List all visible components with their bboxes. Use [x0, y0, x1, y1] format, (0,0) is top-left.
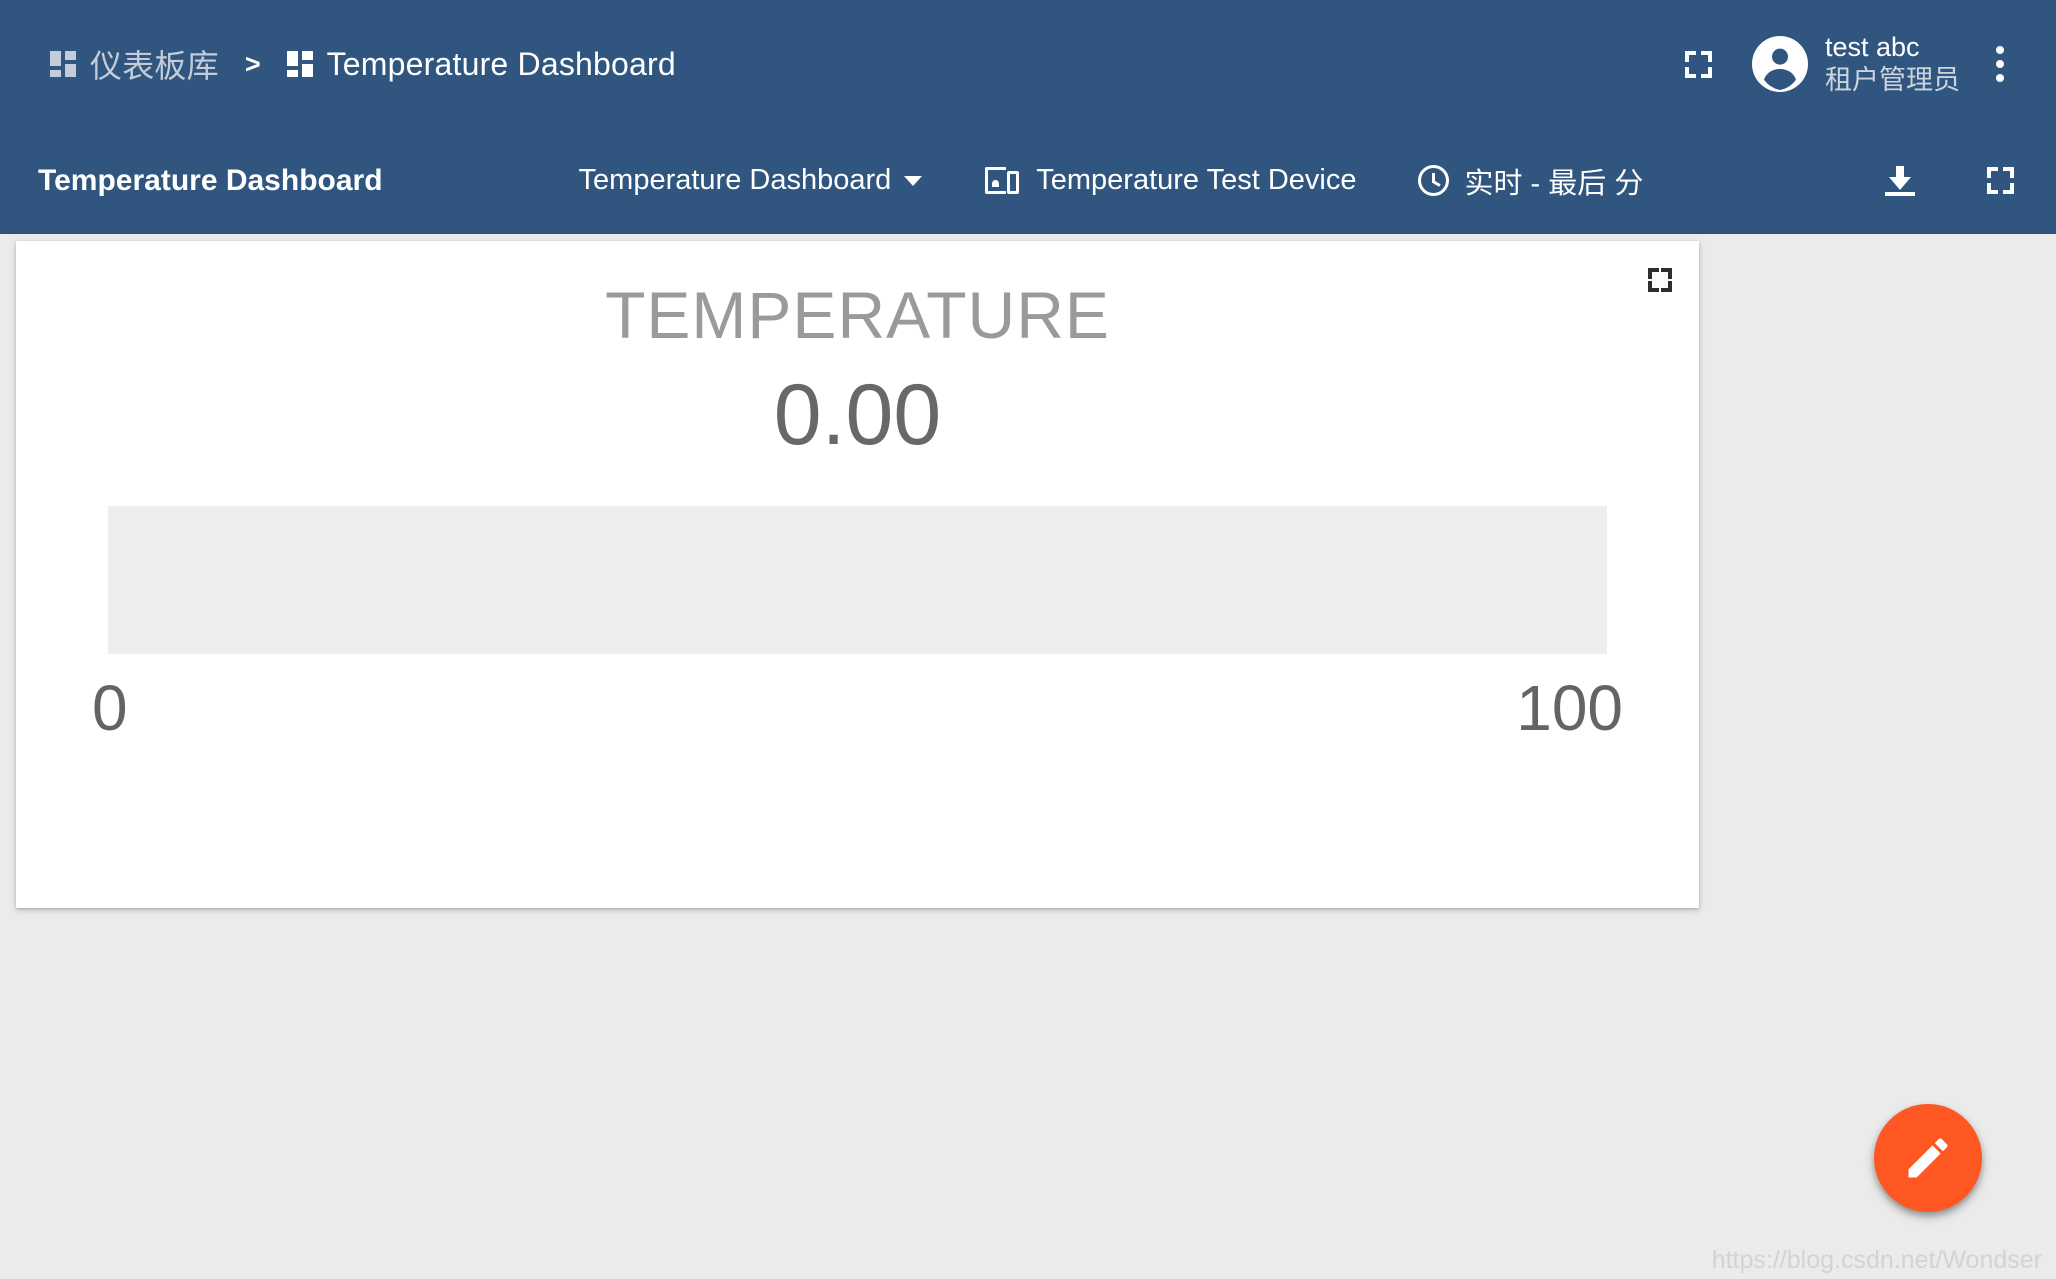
top-fullscreen-button[interactable] — [1666, 32, 1730, 96]
chevron-down-icon — [904, 175, 923, 186]
fullscreen-icon — [1648, 268, 1672, 292]
user-role: 租户管理员 — [1825, 65, 1960, 95]
avatar — [1752, 36, 1808, 92]
edit-dashboard-fab[interactable] — [1874, 1104, 1982, 1212]
download-icon — [1885, 165, 1915, 196]
dashboard-title: Temperature Dashboard — [38, 163, 383, 197]
timewindow-selector[interactable]: 实时 - 最后 分 — [1418, 160, 1643, 202]
dashboard-content: TEMPERATURE 0.00 0 100 https://blog.csdn… — [0, 234, 2056, 1279]
dashboard-state-selector[interactable]: Temperature Dashboard — [579, 164, 923, 197]
gauge-min-label: 0 — [92, 671, 128, 744]
breadcrumb-separator: > — [244, 48, 261, 79]
entity-alias-selector[interactable]: Temperature Test Device — [985, 164, 1356, 197]
devices-other-icon — [985, 167, 1020, 194]
user-menu-button[interactable]: test abc 租户管理员 — [1752, 31, 1960, 97]
gauge-max-label: 100 — [1516, 671, 1623, 744]
dashboards-grid-icon — [50, 51, 76, 77]
breadcrumb-item-current-dashboard-label: Temperature Dashboard — [326, 45, 676, 82]
user-info: test abc 租户管理员 — [1825, 31, 1960, 97]
widget-value: 0.00 — [773, 366, 942, 463]
more-vert-icon[interactable] — [1970, 32, 2030, 96]
widget-title: TEMPERATURE — [605, 278, 1110, 352]
clock-icon — [1418, 165, 1450, 196]
top-toolbar-actions: test abc 租户管理员 — [1666, 31, 2030, 97]
temperature-widget-card: TEMPERATURE 0.00 0 100 — [16, 241, 1699, 908]
gauge-scale: 0 100 — [92, 676, 1623, 740]
widget-fullscreen-button[interactable] — [1643, 263, 1677, 297]
watermark-text: https://blog.csdn.net/Wondser — [1711, 1246, 2042, 1274]
top-toolbar: 仪表板库 > Temperature Dashboard test abc 租户… — [0, 0, 2056, 128]
dashboard-state-label: Temperature Dashboard — [578, 164, 892, 196]
breadcrumb-item-dashboards[interactable]: 仪表板库 — [50, 41, 219, 87]
edit-pencil-icon — [1908, 1138, 1948, 1178]
fullscreen-icon — [1684, 50, 1712, 78]
breadcrumb: 仪表板库 > Temperature Dashboard — [50, 41, 676, 87]
fullscreen-icon — [1986, 167, 2014, 194]
user-name: test abc — [1825, 32, 1920, 63]
dashboard-fullscreen-button[interactable] — [1968, 149, 2032, 213]
dashboard-toolbar: Temperature Dashboard Temperature Dashbo… — [0, 128, 2056, 234]
breadcrumb-item-dashboards-label: 仪表板库 — [90, 48, 219, 84]
breadcrumb-item-current-dashboard[interactable]: Temperature Dashboard — [286, 45, 676, 83]
dashboard-grid-icon — [286, 51, 313, 77]
dashboard-app: 仪表板库 > Temperature Dashboard test abc 租户… — [0, 0, 2056, 1279]
entity-alias-label: Temperature Test Device — [1036, 164, 1357, 196]
export-dashboard-button[interactable] — [1868, 149, 1932, 213]
gauge-bar-track — [108, 505, 1607, 654]
timewindow-label: 实时 - 最后 分 — [1464, 167, 1644, 200]
